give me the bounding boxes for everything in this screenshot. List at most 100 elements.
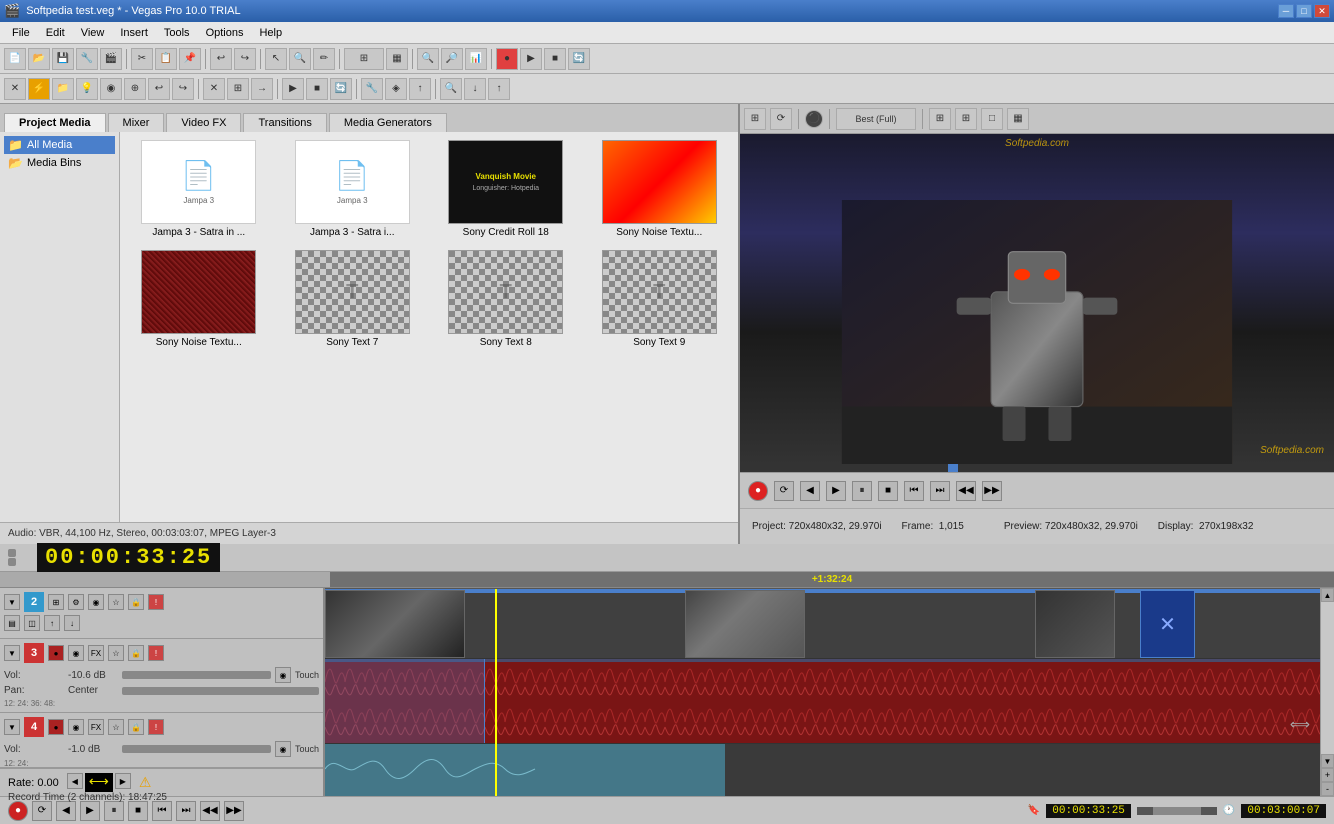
tb2-btn16[interactable]: ↓ [464, 78, 486, 100]
video-clip-3[interactable] [1035, 590, 1115, 658]
audio3-solo-btn[interactable]: ☆ [108, 645, 124, 661]
media-item[interactable]: Vanquish Movie Longuisher: Hotpedia Sony… [431, 136, 581, 242]
record-button[interactable]: ● [496, 48, 518, 70]
menu-help[interactable]: Help [251, 25, 290, 41]
track-comp-btn[interactable]: ↑ [44, 615, 60, 631]
play-ctrl-btn[interactable]: ▶ [826, 481, 846, 501]
audio3-warn-btn[interactable]: ! [148, 645, 164, 661]
tl-record-btn[interactable]: ● [8, 801, 28, 821]
open-button[interactable]: 📂 [28, 48, 50, 70]
media-item[interactable]: T Sony Text 9 [585, 246, 735, 352]
tb2-btn3[interactable]: 📁 [52, 78, 74, 100]
tl-pause-btn[interactable]: ⏸ [104, 801, 124, 821]
snap-to-grid[interactable]: ▦ [386, 48, 408, 70]
preview-quality-btn[interactable]: Best (Full) [836, 108, 916, 130]
track-properties-btn[interactable]: ⚙ [68, 594, 84, 610]
audio3-mute-btn[interactable]: ◉ [68, 645, 84, 661]
audio-resize-handle[interactable]: ⟺ [1290, 716, 1310, 733]
stop-ctrl-btn[interactable]: ■ [878, 481, 898, 501]
video-clip-1[interactable] [325, 590, 465, 658]
preview-tb-btn7[interactable]: ▦ [1007, 108, 1029, 130]
close-button[interactable]: ✕ [1314, 4, 1330, 18]
media-item[interactable]: Sony Noise Textu... [124, 246, 274, 352]
menu-tools[interactable]: Tools [156, 25, 198, 41]
maximize-button[interactable]: □ [1296, 4, 1312, 18]
rate-down-btn[interactable]: ◀ [67, 773, 83, 789]
enable-snapping[interactable]: ⊞ [344, 48, 384, 70]
vol-slider-3[interactable] [122, 671, 271, 679]
audio4-lock-btn[interactable]: 🔒 [128, 719, 144, 735]
track-down-btn[interactable]: ↓ [64, 615, 80, 631]
tl-play-btn[interactable]: ▶ [80, 801, 100, 821]
tb2-btn5[interactable]: ◉ [100, 78, 122, 100]
track-warn-btn[interactable]: ! [148, 594, 164, 610]
select-tool[interactable]: ↖ [265, 48, 287, 70]
preview-tb-btn5[interactable]: ⊞ [955, 108, 977, 130]
zoom-tool[interactable]: 🔍 [289, 48, 311, 70]
automation-button[interactable]: 📊 [465, 48, 487, 70]
menu-edit[interactable]: Edit [38, 25, 73, 41]
track-lock-btn[interactable]: 🔒 [128, 594, 144, 610]
step-fwd-btn[interactable]: ▶▶ [982, 481, 1002, 501]
go-start-btn[interactable]: ⏮ [904, 481, 924, 501]
edit-tool[interactable]: ✏ [313, 48, 335, 70]
audio3-lock-btn[interactable]: 🔒 [128, 645, 144, 661]
tl-end-btn[interactable]: ⏭ [176, 801, 196, 821]
tb2-btn1[interactable]: ✕ [4, 78, 26, 100]
track-env-btn[interactable]: ◫ [24, 615, 40, 631]
properties-button[interactable]: 🔧 [76, 48, 98, 70]
preview-tb-btn4[interactable]: ⊞ [929, 108, 951, 130]
audio-track3-collapse[interactable]: ▼ [4, 645, 20, 661]
tb2-btn14[interactable]: ↑ [409, 78, 431, 100]
preview-tb-btn1[interactable]: ⊞ [744, 108, 766, 130]
tb2-btn10[interactable]: ⊞ [227, 78, 249, 100]
menu-file[interactable]: File [4, 25, 38, 41]
tb2-btn4[interactable]: 💡 [76, 78, 98, 100]
track-solo-btn[interactable]: ☆ [108, 594, 124, 610]
tl-stop-btn[interactable]: ■ [128, 801, 148, 821]
pan-slider-3[interactable] [122, 687, 319, 695]
sidebar-item-all-media[interactable]: 📁 All Media [4, 136, 115, 154]
preview-tb-btn3[interactable]: ⚫ [805, 110, 823, 128]
save-button[interactable]: 💾 [52, 48, 74, 70]
audio4-record-btn[interactable]: ● [48, 719, 64, 735]
vol-knob-4[interactable]: ◉ [275, 741, 291, 757]
track-arm-btn[interactable]: ▤ [4, 615, 20, 631]
play-button[interactable]: ▶ [520, 48, 542, 70]
tb2-btn11[interactable]: → [251, 78, 273, 100]
tb2-btn17[interactable]: ↑ [488, 78, 510, 100]
media-item[interactable]: 📄 Jampa 3 Jampa 3 - Satra in ... [124, 136, 274, 242]
loop-button[interactable]: 🔄 [568, 48, 590, 70]
track-copy-btn[interactable]: ⊞ [48, 594, 64, 610]
zoom-out-scroll-btn[interactable]: - [1321, 782, 1334, 796]
tb2-btn8[interactable]: ↪ [172, 78, 194, 100]
preview-tb-btn6[interactable]: □ [981, 108, 1003, 130]
redo-button[interactable]: ↪ [234, 48, 256, 70]
media-item[interactable]: T Sony Text 7 [278, 246, 428, 352]
tab-mixer[interactable]: Mixer [108, 113, 165, 132]
record-ctrl-btn[interactable]: ● [748, 481, 768, 501]
track-mute-btn[interactable]: ◉ [88, 594, 104, 610]
tb2-btn15[interactable]: 🔍 [440, 78, 462, 100]
tab-transitions[interactable]: Transitions [243, 113, 326, 132]
zoom-out-button[interactable]: 🔎 [441, 48, 463, 70]
pause-ctrl-btn[interactable]: ⏸ [852, 481, 872, 501]
menu-insert[interactable]: Insert [112, 25, 156, 41]
tb2-loop[interactable]: 🔄 [330, 78, 352, 100]
rate-up-btn[interactable]: ▶ [115, 773, 131, 789]
audio4-collapse[interactable]: ▼ [4, 719, 20, 735]
tl-zoom-bar[interactable] [1137, 807, 1217, 815]
cut-button[interactable]: ✂ [131, 48, 153, 70]
preview-position-bar[interactable] [740, 464, 1334, 472]
tb2-btn9[interactable]: ✕ [203, 78, 225, 100]
tab-video-fx[interactable]: Video FX [166, 113, 241, 132]
tl-prev-btn[interactable]: ◀ [56, 801, 76, 821]
loop-ctrl-btn[interactable]: ⟳ [774, 481, 794, 501]
audio4-fx-btn[interactable]: FX [88, 719, 104, 735]
undo-button[interactable]: ↩ [210, 48, 232, 70]
paste-button[interactable]: 📌 [179, 48, 201, 70]
preview-tb-btn2[interactable]: ⟳ [770, 108, 792, 130]
audio4-warn-btn[interactable]: ! [148, 719, 164, 735]
tb2-btn13[interactable]: ◈ [385, 78, 407, 100]
media-grid-area[interactable]: 📄 Jampa 3 Jampa 3 - Satra in ... 📄 [120, 132, 738, 522]
